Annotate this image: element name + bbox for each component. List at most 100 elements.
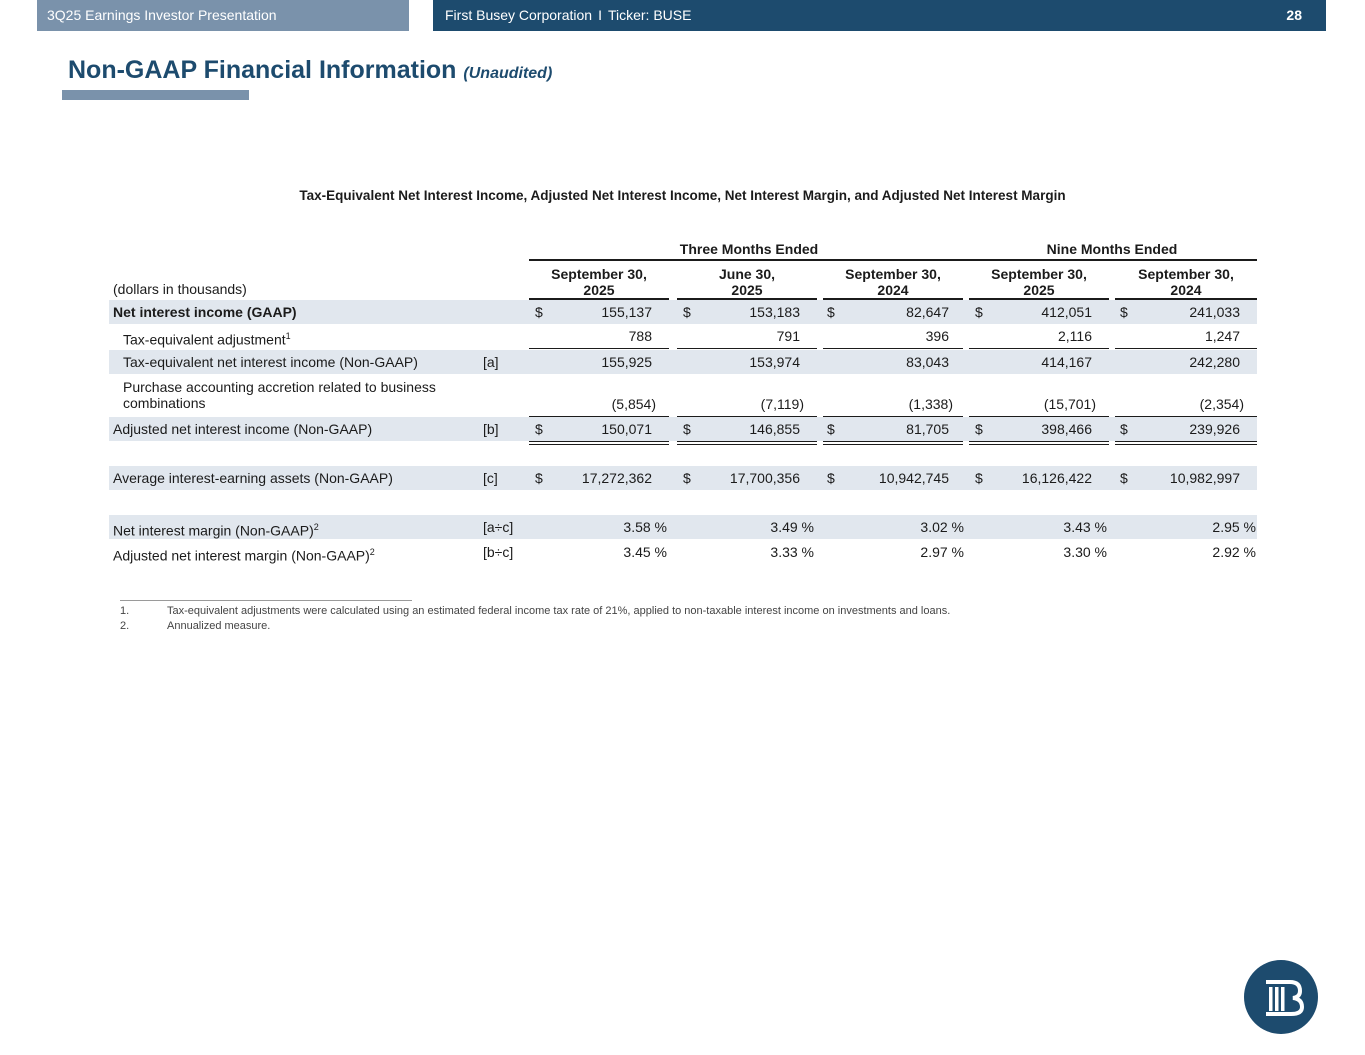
group-header-nine-months: Nine Months Ended — [1046, 241, 1178, 257]
page-number: 28 — [1286, 7, 1302, 23]
value-cell: 788 — [628, 328, 652, 344]
value-cell: 791 — [776, 328, 800, 344]
value-cell: 155,137 — [601, 304, 652, 320]
row-label: Tax-equivalent net interest income (Non-… — [123, 354, 418, 370]
column-header: September 30, 2025 — [551, 266, 647, 298]
value-cell: 3.33 % — [770, 544, 814, 560]
currency-symbol: $ — [975, 470, 983, 486]
value-cell: 153,183 — [749, 304, 800, 320]
value-cell: 17,700,356 — [729, 470, 800, 486]
value-cell: 155,925 — [601, 354, 652, 370]
currency-symbol: $ — [683, 304, 691, 320]
table-row: Net interest income (GAAP) $ 155,137 $ 1… — [109, 300, 1257, 324]
table-row: Net interest margin (Non-GAAP)2 [a÷c] 3.… — [109, 515, 1257, 539]
subtotal-rule — [529, 348, 669, 349]
subtotal-rule — [969, 348, 1109, 349]
row-reference: [c] — [483, 470, 498, 486]
currency-symbol: $ — [535, 304, 543, 320]
value-cell: 242,280 — [1189, 354, 1240, 370]
footnote-divider — [120, 600, 412, 601]
busey-logo-icon — [1244, 960, 1318, 1034]
total-double-rule — [823, 441, 963, 442]
currency-symbol: $ — [827, 304, 835, 320]
value-cell: (15,701) — [1043, 396, 1096, 412]
currency-symbol: $ — [535, 470, 543, 486]
group-underline — [967, 259, 1257, 261]
table-row: Tax-equivalent adjustment1 788 791 396 2… — [109, 324, 1257, 348]
total-double-rule — [529, 441, 669, 442]
value-cell: 241,033 — [1189, 304, 1240, 320]
page-title-main: Non-GAAP Financial Information — [68, 56, 457, 84]
value-cell: 10,942,745 — [878, 470, 949, 486]
value-cell: 2.97 % — [920, 544, 964, 560]
value-cell: 3.02 % — [920, 519, 964, 535]
value-cell: 83,043 — [906, 354, 949, 370]
currency-symbol: $ — [827, 470, 835, 486]
page-title-sub: (Unaudited) — [463, 65, 553, 82]
table-row: Adjusted net interest margin (Non-GAAP)2… — [109, 540, 1257, 564]
table-row: Adjusted net interest income (Non-GAAP) … — [109, 417, 1257, 441]
value-cell: 146,855 — [749, 421, 800, 437]
value-cell: 3.30 % — [1063, 544, 1107, 560]
title-accent-bar — [62, 90, 249, 100]
table-row: Purchase accounting accretion related to… — [109, 376, 1257, 416]
total-double-rule — [969, 444, 1109, 445]
header-separator: I — [598, 7, 602, 23]
value-cell: 396 — [925, 328, 949, 344]
footnote: 1. Tax-equivalent adjustments were calcul… — [120, 605, 951, 617]
value-cell: (7,119) — [760, 396, 804, 412]
currency-symbol: $ — [1120, 421, 1128, 437]
value-cell: (1,338) — [908, 396, 953, 412]
row-label: Adjusted net interest income (Non-GAAP) — [113, 421, 373, 437]
row-label: Tax-equivalent adjustment1 — [123, 331, 291, 348]
value-cell: (2,354) — [1199, 396, 1244, 412]
column-header: September 30, 2025 — [991, 266, 1087, 298]
value-cell: 17,272,362 — [581, 470, 652, 486]
value-cell: 3.49 % — [770, 519, 814, 535]
table-row: Average interest-earning assets (Non-GAA… — [109, 466, 1257, 490]
value-cell: (5,854) — [611, 396, 656, 412]
footnote: 2. Annualized measure. — [120, 620, 271, 632]
total-double-rule — [677, 441, 817, 442]
table-heading: Tax-Equivalent Net Interest Income, Adju… — [299, 188, 1066, 203]
column-header: June 30, 2025 — [718, 266, 776, 298]
value-cell: 3.43 % — [1063, 519, 1107, 535]
row-reference: [b÷c] — [483, 544, 514, 560]
value-cell: 414,167 — [1041, 354, 1092, 370]
value-cell: 150,071 — [601, 421, 652, 437]
row-label: Adjusted net interest margin (Non-GAAP)2 — [113, 547, 375, 564]
presentation-title-bar: 3Q25 Earnings Investor Presentation — [37, 0, 409, 31]
subtotal-rule — [1115, 348, 1257, 349]
value-cell: 82,647 — [906, 304, 949, 320]
currency-symbol: $ — [683, 470, 691, 486]
value-cell: 2,116 — [1058, 328, 1092, 344]
total-double-rule — [969, 441, 1109, 442]
row-label: Average interest-earning assets (Non-GAA… — [113, 470, 393, 486]
currency-symbol: $ — [1120, 304, 1128, 320]
value-cell: 2.95 % — [1212, 519, 1256, 535]
table-row: Tax-equivalent net interest income (Non-… — [109, 350, 1257, 374]
row-label: Net interest margin (Non-GAAP)2 — [113, 522, 319, 539]
value-cell: 153,974 — [749, 354, 800, 370]
currency-symbol: $ — [683, 421, 691, 437]
group-underline — [529, 259, 969, 261]
value-cell: 398,466 — [1041, 421, 1092, 437]
row-reference: [a÷c] — [483, 519, 514, 535]
value-cell: 16,126,422 — [1021, 470, 1092, 486]
value-cell: 3.58 % — [623, 519, 667, 535]
column-header: September 30, 2024 — [845, 266, 941, 298]
total-double-rule — [823, 444, 963, 445]
page-title: Non-GAAP Financial Information (Unaudite… — [68, 56, 552, 85]
total-double-rule — [677, 444, 817, 445]
group-header-three-months: Three Months Ended — [679, 241, 819, 257]
currency-symbol: $ — [975, 304, 983, 320]
subtotal-rule — [823, 348, 963, 349]
value-cell: 3.45 % — [623, 544, 667, 560]
currency-symbol: $ — [827, 421, 835, 437]
total-double-rule — [1115, 444, 1257, 445]
ticker: Ticker: BUSE — [607, 7, 692, 23]
currency-symbol: $ — [535, 421, 543, 437]
row-label: Purchase accounting accretion related to… — [123, 379, 436, 411]
total-double-rule — [1115, 441, 1257, 442]
value-cell: 81,705 — [906, 421, 949, 437]
